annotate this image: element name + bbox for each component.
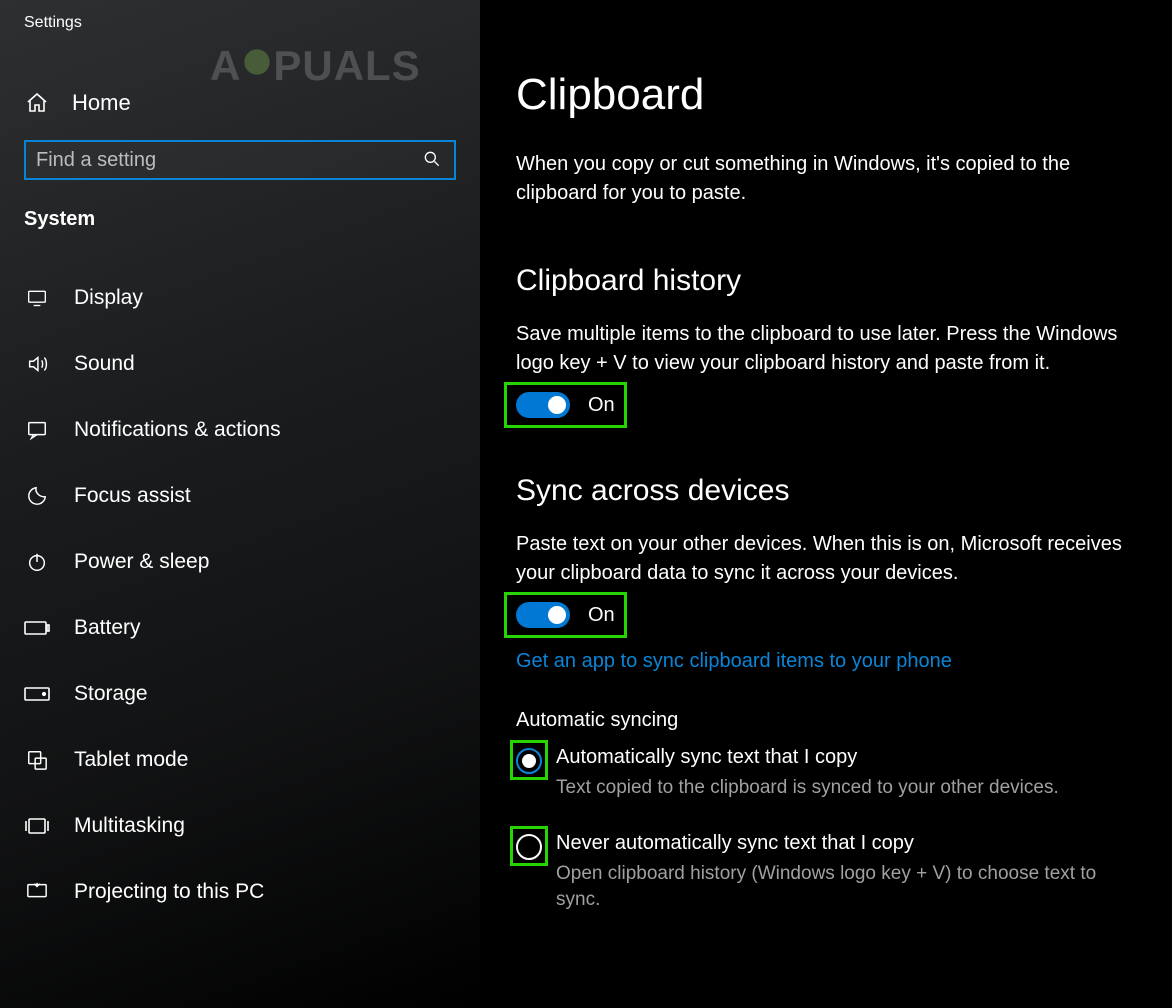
- tablet-icon: [24, 747, 50, 773]
- nav-list: Display Sound Notifications & actions Fo…: [0, 265, 480, 925]
- search-input[interactable]: [36, 149, 422, 172]
- storage-icon: [24, 681, 50, 707]
- page-title: Clipboard: [516, 70, 1144, 120]
- automatic-syncing-heading: Automatic syncing: [516, 709, 1144, 732]
- search-field[interactable]: [24, 140, 456, 180]
- nav-label: Notifications & actions: [74, 418, 281, 442]
- sound-icon: [24, 351, 50, 377]
- radio-auto-sync-desc: Text copied to the clipboard is synced t…: [556, 775, 1059, 802]
- home-label: Home: [72, 90, 131, 116]
- display-icon: [24, 285, 50, 311]
- projecting-icon: [24, 879, 50, 905]
- clipboard-history-toggle[interactable]: [516, 392, 570, 418]
- radio-never-sync-label: Never automatically sync text that I cop…: [556, 832, 1136, 855]
- nav-item-notifications[interactable]: Notifications & actions: [0, 397, 480, 463]
- nav-item-storage[interactable]: Storage: [0, 661, 480, 727]
- nav-label: Power & sleep: [74, 550, 209, 574]
- power-icon: [24, 549, 50, 575]
- nav-item-sound[interactable]: Sound: [0, 331, 480, 397]
- main-content: Clipboard When you copy or cut something…: [480, 0, 1172, 1008]
- sync-phone-link[interactable]: Get an app to sync clipboard items to yo…: [516, 650, 1144, 673]
- sync-toggle-label: On: [588, 604, 615, 627]
- section-clipboard-history-title: Clipboard history: [516, 264, 1144, 298]
- nav-item-power[interactable]: Power & sleep: [0, 529, 480, 595]
- nav-item-multitasking[interactable]: Multitasking: [0, 793, 480, 859]
- clipboard-history-desc: Save multiple items to the clipboard to …: [516, 320, 1136, 378]
- nav-label: Projecting to this PC: [74, 880, 264, 904]
- automatic-syncing-options: Automatically sync text that I copy Text…: [516, 746, 1144, 914]
- clipboard-history-toggle-row: On: [516, 392, 615, 418]
- radio-auto-sync-label: Automatically sync text that I copy: [556, 746, 1059, 769]
- nav-item-battery[interactable]: Battery: [0, 595, 480, 661]
- radio-never-sync[interactable]: [516, 834, 542, 860]
- sync-toggle-row: On: [516, 602, 615, 628]
- nav-item-focus-assist[interactable]: Focus assist: [0, 463, 480, 529]
- nav-item-projecting[interactable]: Projecting to this PC: [0, 859, 480, 925]
- nav-label: Storage: [74, 682, 148, 706]
- sidebar-section-label: System: [0, 208, 480, 265]
- battery-icon: [24, 615, 50, 641]
- nav-label: Multitasking: [74, 814, 185, 838]
- home-icon: [24, 90, 50, 116]
- nav-label: Sound: [74, 352, 135, 376]
- page-intro: When you copy or cut something in Window…: [516, 150, 1136, 208]
- clipboard-history-toggle-label: On: [588, 394, 615, 417]
- window-title: Settings: [0, 0, 480, 42]
- home-row[interactable]: Home: [0, 42, 480, 140]
- sync-desc: Paste text on your other devices. When t…: [516, 530, 1136, 588]
- section-sync-title: Sync across devices: [516, 474, 1144, 508]
- nav-item-tablet[interactable]: Tablet mode: [0, 727, 480, 793]
- radio-never-sync-desc: Open clipboard history (Windows logo key…: [556, 861, 1136, 914]
- search-icon: [422, 149, 444, 171]
- sync-toggle[interactable]: [516, 602, 570, 628]
- radio-option-never-sync[interactable]: Never automatically sync text that I cop…: [516, 832, 1144, 914]
- sidebar: Settings A PUALS Home System Dis: [0, 0, 480, 1008]
- multitask-icon: [24, 813, 50, 839]
- nav-label: Battery: [74, 616, 141, 640]
- nav-label: Tablet mode: [74, 748, 188, 772]
- nav-label: Focus assist: [74, 484, 191, 508]
- radio-auto-sync[interactable]: [516, 748, 542, 774]
- notifications-icon: [24, 417, 50, 443]
- nav-label: Display: [74, 286, 143, 310]
- nav-item-display[interactable]: Display: [0, 265, 480, 331]
- radio-option-auto-sync[interactable]: Automatically sync text that I copy Text…: [516, 746, 1144, 802]
- focus-assist-icon: [24, 483, 50, 509]
